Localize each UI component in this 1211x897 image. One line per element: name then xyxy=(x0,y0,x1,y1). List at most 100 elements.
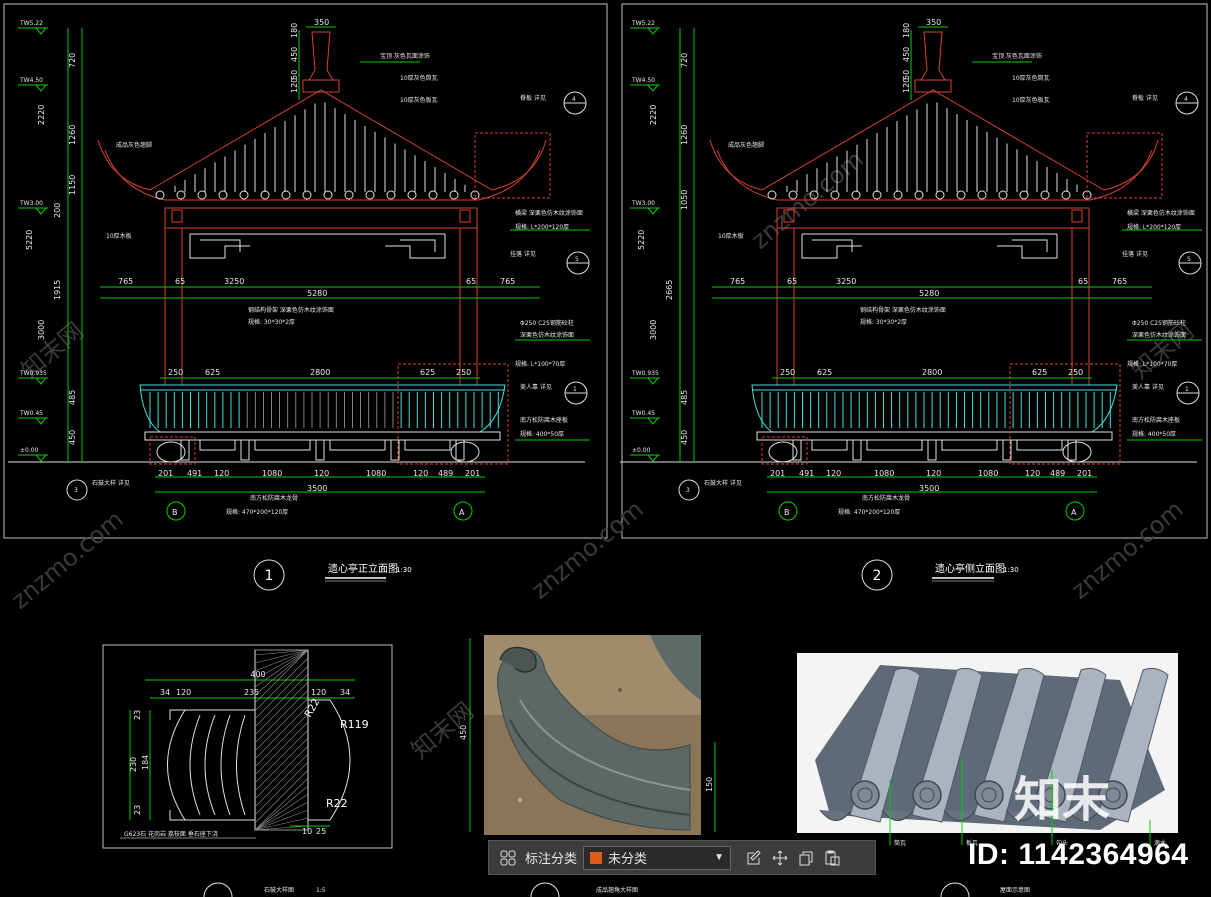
dim-label: 34 xyxy=(340,688,350,697)
note-label: 美人靠 详见 xyxy=(520,383,552,391)
tile-end-cap xyxy=(974,780,1004,810)
note-label: 钢结构骨架 深栗色仿木纹涂饰面 xyxy=(860,306,946,314)
note-label: 规格: 470*200*120厚 xyxy=(838,508,900,516)
chevron-down-icon: ▼ xyxy=(714,852,725,863)
sheet-scale: 1:30 xyxy=(1003,566,1019,574)
dim-label: 250 xyxy=(780,368,795,377)
finial xyxy=(308,31,334,81)
level-mark xyxy=(647,417,659,425)
dim-label: 1080 xyxy=(262,469,282,478)
beam xyxy=(164,207,478,229)
edit-icon[interactable] xyxy=(741,845,767,871)
dim-label: 3500 xyxy=(919,484,939,493)
annotation-category-label: 标注分类 xyxy=(525,851,578,866)
tile-end xyxy=(914,190,924,200)
note-label: 南方松防腐木龙骨 xyxy=(250,494,298,502)
dim-label: 34 xyxy=(160,688,170,697)
dim-label: 120 xyxy=(176,688,191,697)
note-label: 钢结构骨架 深栗色仿木纹涂饰面 xyxy=(248,306,334,314)
beam-block xyxy=(459,209,471,223)
tile-end xyxy=(281,190,291,200)
note-label: Φ250 C25钢筋砼柱 xyxy=(520,319,574,327)
level-label: TW0.935 xyxy=(631,370,659,377)
note-label: 南方松防腐木龙骨 xyxy=(862,494,910,502)
dim-label: 65 xyxy=(466,277,476,286)
dim-label: 23 xyxy=(133,710,142,720)
seat-plank xyxy=(144,431,501,441)
hatch-line xyxy=(254,777,309,831)
axis-label: A xyxy=(1071,508,1077,517)
hatch-line xyxy=(254,697,309,752)
roof-outline xyxy=(97,89,547,191)
hatch-line xyxy=(254,657,309,712)
dim-label: 3250 xyxy=(224,277,244,286)
dim-label: 5280 xyxy=(307,289,327,298)
stone-drum xyxy=(450,441,480,463)
note-label: 10厚木板 xyxy=(106,232,132,240)
dim-label: 625 xyxy=(1032,368,1047,377)
note-label: 10厚灰色筒瓦 xyxy=(1012,74,1050,82)
brand-logo: 知末 xyxy=(1014,772,1111,828)
dim-label: 625 xyxy=(420,368,435,377)
tile-end xyxy=(893,190,903,200)
beam xyxy=(776,207,1090,229)
tile-end xyxy=(365,190,375,200)
callout-box xyxy=(1009,363,1121,465)
note-label: 规格: 400*50厚 xyxy=(1132,430,1176,438)
dim-label: 765 xyxy=(1112,277,1127,286)
dim-label: 1260 xyxy=(68,125,77,145)
dim-label: 120 xyxy=(902,78,911,93)
dim-label: 625 xyxy=(817,368,832,377)
tile-end xyxy=(239,190,249,200)
note-label: 横梁 深栗色仿木纹涂饰面 xyxy=(515,209,583,217)
dim-label: 120 xyxy=(826,469,841,478)
dim-label: 5220 xyxy=(637,230,646,250)
note-label: 规格: 470*200*120厚 xyxy=(226,508,288,516)
category-select[interactable]: 未分类 ▼ xyxy=(583,845,732,870)
dim-label: 10 xyxy=(302,827,312,836)
dim-label: 350 xyxy=(314,18,329,27)
sheet-title: 遗心亭正立面图 xyxy=(328,562,398,575)
side-elevation: TW5.22 TW4.50 TW3.00 TW0.935 TW0.45 ±0.00 720 2… xyxy=(620,18,1202,521)
tile-end xyxy=(428,190,438,200)
dim-label: 765 xyxy=(730,277,745,286)
level-label: TW3.00 xyxy=(19,200,43,207)
note-label: 挂落 详见 xyxy=(1122,250,1148,258)
level-mark xyxy=(647,207,659,215)
dim-label: 491 xyxy=(799,469,814,478)
dim-label: 485 xyxy=(68,390,77,405)
level-mark xyxy=(647,377,659,385)
roof-outline xyxy=(709,89,1159,191)
copy-icon[interactable] xyxy=(793,845,819,871)
grid-icon[interactable] xyxy=(495,845,521,871)
dim-label: 201 xyxy=(770,469,785,478)
annotation-toolbar: 标注分类 未分类 ▼ xyxy=(488,840,876,875)
level-mark xyxy=(647,454,659,462)
dim-label: 765 xyxy=(500,277,515,286)
sheet-number: 2 xyxy=(873,568,882,584)
radius-label: R22 xyxy=(326,797,348,810)
stone-drum xyxy=(1062,441,1092,463)
hatch-line xyxy=(254,705,309,760)
move-icon[interactable] xyxy=(767,845,793,871)
level-label: TW0.935 xyxy=(19,370,47,377)
category-select-value: 未分类 xyxy=(608,851,648,866)
dim-label: 450 xyxy=(68,430,77,445)
beam-block xyxy=(171,209,183,223)
level-mark xyxy=(35,417,47,425)
tile-end xyxy=(344,190,354,200)
dim-label: 3250 xyxy=(836,277,856,286)
note-label: 深栗色仿木纹涂饰面 xyxy=(520,331,574,339)
tile-end xyxy=(935,190,945,200)
level-label: TW3.00 xyxy=(631,200,655,207)
dim-label: 1080 xyxy=(366,469,386,478)
level-label: TW5.22 xyxy=(631,20,655,27)
lattice-base xyxy=(199,440,451,451)
dim-label: 3000 xyxy=(37,320,46,340)
tile-end xyxy=(302,190,312,200)
tile-end xyxy=(155,190,165,200)
sheet-scale: 1:30 xyxy=(396,566,412,574)
dim-label: 200 xyxy=(53,203,62,218)
front-elevation: TW5.22 TW4.50 TW3.00 TW0.935 TW0.45 ±0.00 720 2… xyxy=(8,18,590,521)
paste-icon[interactable] xyxy=(819,845,845,871)
